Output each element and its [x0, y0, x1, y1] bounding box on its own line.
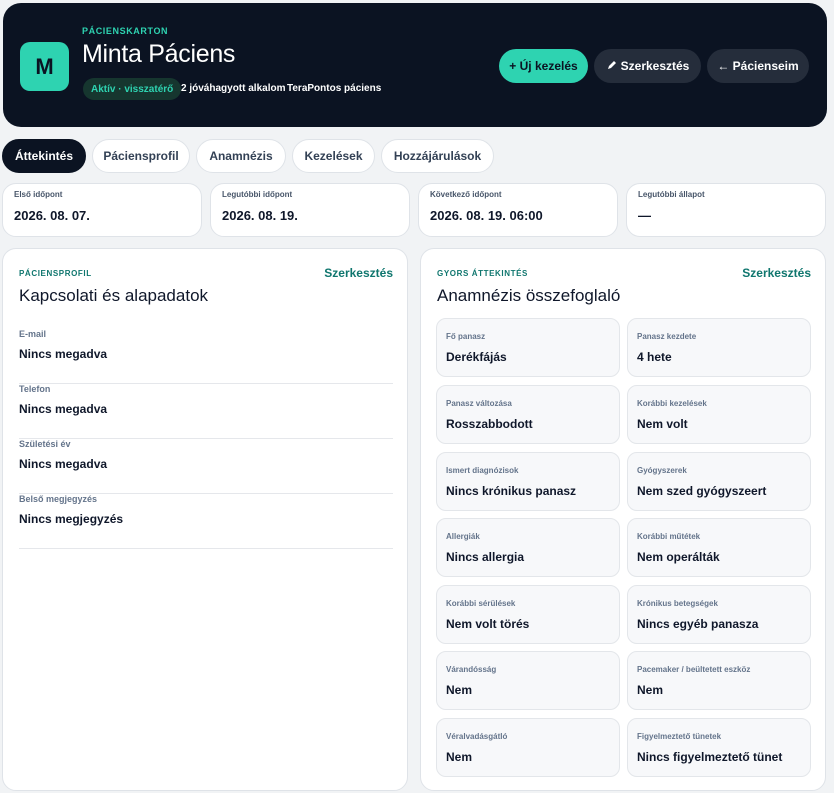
summary-card-main-complaint: Fő panasz Derékfájás — [436, 318, 620, 377]
card-label: Gyógyszerek — [637, 466, 687, 475]
field-label: Születési év — [19, 439, 71, 449]
card-label: Várandósság — [446, 665, 497, 674]
new-treatment-label: + Új kezelés — [509, 59, 578, 73]
tab-treatments[interactable]: Kezelések — [292, 139, 375, 173]
pencil-icon — [606, 59, 618, 74]
stat-label: Legutóbbi állapot — [638, 190, 705, 199]
card-value: Nem — [446, 683, 473, 697]
card-label: Pacemaker / beültetett eszköz — [637, 665, 751, 674]
new-treatment-button[interactable]: + Új kezelés — [499, 49, 588, 83]
field-email: E-mail Nincs megadva — [19, 329, 393, 384]
field-birth-year: Születési év Nincs megadva — [19, 439, 393, 494]
card-label: Fő panasz — [446, 332, 486, 341]
field-value: Nincs megadva — [19, 457, 108, 471]
card-label: Panasz változása — [446, 399, 512, 408]
card-value: Nem — [637, 683, 664, 697]
stat-label: Következő időpont — [430, 190, 502, 199]
stat-value: 2026. 08. 19. 06:00 — [430, 208, 543, 223]
card-value: Nem volt — [637, 417, 688, 431]
back-to-patients-label: ← Pácienseim — [717, 59, 799, 73]
card-value: Nincs allergia — [446, 550, 525, 564]
summary-card-diagnoses: Ismert diagnózisok Nincs krónikus panasz — [436, 452, 620, 511]
tab-overview[interactable]: Áttekintés — [2, 139, 86, 173]
approved-sessions-text: 2 jóváhagyott alkalom — [181, 83, 286, 94]
card-label: Korábbi műtétek — [637, 532, 701, 541]
summary-card-pregnancy: Várandósság Nem — [436, 651, 620, 710]
summary-card-warning-symptoms: Figyelmeztető tünetek Nincs figyelmeztet… — [627, 718, 811, 777]
card-label: Allergiák — [446, 532, 480, 541]
stat-next-appointment: Következő időpont 2026. 08. 19. 06:00 — [418, 183, 618, 237]
card-value: Nem szed gyógyszeert — [637, 484, 767, 498]
anamnesis-summary-panel: GYORS ÁTTEKINTÉS Szerkesztés Anamnézis ö… — [420, 248, 826, 791]
edit-patient-label: Szerkesztés — [620, 59, 690, 73]
avatar: M — [20, 42, 69, 91]
card-label: Korábbi kezelések — [637, 399, 707, 408]
summary-card-medications: Gyógyszerek Nem szed gyógyszeert — [627, 452, 811, 511]
card-label: Figyelmeztető tünetek — [637, 732, 722, 741]
field-phone: Telefon Nincs megadva — [19, 384, 393, 439]
stat-first-appointment: Első időpont 2026. 08. 07. — [2, 183, 202, 237]
card-value: 4 hete — [637, 350, 672, 364]
card-value: Derékfájás — [446, 350, 507, 364]
field-label: Telefon — [19, 384, 51, 394]
card-value: Nem — [446, 750, 473, 764]
edit-anamnesis-link[interactable]: Szerkesztés — [742, 266, 811, 280]
back-to-patients-button[interactable]: ← Pácienseim — [707, 49, 809, 83]
page-title: Minta Páciens — [82, 40, 236, 68]
edit-profile-link[interactable]: Szerkesztés — [324, 266, 393, 280]
field-value: Nincs megadva — [19, 347, 108, 361]
field-label: Belső megjegyzés — [19, 494, 98, 504]
card-label: Panasz kezdete — [637, 332, 697, 341]
card-label: Ismert diagnózisok — [446, 466, 519, 475]
summary-card-injuries: Korábbi sérülések Nem volt törés — [436, 585, 620, 644]
stat-label: Legutóbbi időpont — [222, 190, 293, 199]
card-value: Rosszabbodott — [446, 417, 533, 431]
summary-card-onset: Panasz kezdete 4 hete — [627, 318, 811, 377]
patient-source-text: TeraPontos páciens — [287, 83, 382, 94]
panel-eyebrow: GYORS ÁTTEKINTÉS — [437, 269, 528, 278]
patient-profile-panel: PÁCIENSPROFIL Szerkesztés Kapcsolati és … — [2, 248, 408, 791]
stat-last-status: Legutóbbi állapot — — [626, 183, 826, 237]
card-label: Korábbi sérülések — [446, 599, 516, 608]
status-badge: Aktív · visszatérő — [83, 78, 182, 100]
card-value: Nem volt törés — [446, 617, 530, 631]
field-label: E-mail — [19, 329, 47, 339]
summary-card-anticoagulant: Véralvadásgátló Nem — [436, 718, 620, 777]
field-internal-note: Belső megjegyzés Nincs megjegyzés — [19, 494, 393, 549]
patient-header: M PÁCIENSKARTON Minta Páciens Aktív · vi… — [3, 3, 827, 127]
tab-anamnesis[interactable]: Anamnézis — [196, 139, 286, 173]
edit-patient-button[interactable]: Szerkesztés — [594, 49, 701, 83]
stat-value: — — [638, 208, 651, 223]
card-value: Nincs figyelmeztető tünet — [637, 750, 783, 764]
summary-card-chronic-diseases: Krónikus betegségek Nincs egyéb panasza — [627, 585, 811, 644]
tab-patient-profile[interactable]: Páciensprofil — [92, 139, 190, 173]
stat-label: Első időpont — [14, 190, 63, 199]
summary-card-allergies: Allergiák Nincs allergia — [436, 518, 620, 577]
field-value: Nincs megadva — [19, 402, 108, 416]
summary-card-previous-treatments: Korábbi kezelések Nem volt — [627, 385, 811, 444]
summary-card-pacemaker: Pacemaker / beültetett eszköz Nem — [627, 651, 811, 710]
stat-value: 2026. 08. 19. — [222, 208, 298, 223]
header-eyebrow: PÁCIENSKARTON — [82, 26, 169, 36]
panel-title: Anamnézis összefoglaló — [437, 286, 621, 305]
stat-value: 2026. 08. 07. — [14, 208, 90, 223]
panel-eyebrow: PÁCIENSPROFIL — [19, 269, 92, 278]
stat-last-appointment: Legutóbbi időpont 2026. 08. 19. — [210, 183, 410, 237]
tab-consents[interactable]: Hozzájárulások — [381, 139, 494, 173]
card-label: Véralvadásgátló — [446, 732, 508, 741]
card-value: Nem operálták — [637, 550, 720, 564]
card-value: Nincs egyéb panasza — [637, 617, 759, 631]
field-value: Nincs megjegyzés — [19, 512, 124, 526]
panel-title: Kapcsolati és alapadatok — [19, 286, 209, 305]
card-label: Krónikus betegségek — [637, 599, 718, 608]
summary-card-surgeries: Korábbi műtétek Nem operálták — [627, 518, 811, 577]
summary-card-change: Panasz változása Rosszabbodott — [436, 385, 620, 444]
card-value: Nincs krónikus panasz — [446, 484, 577, 498]
